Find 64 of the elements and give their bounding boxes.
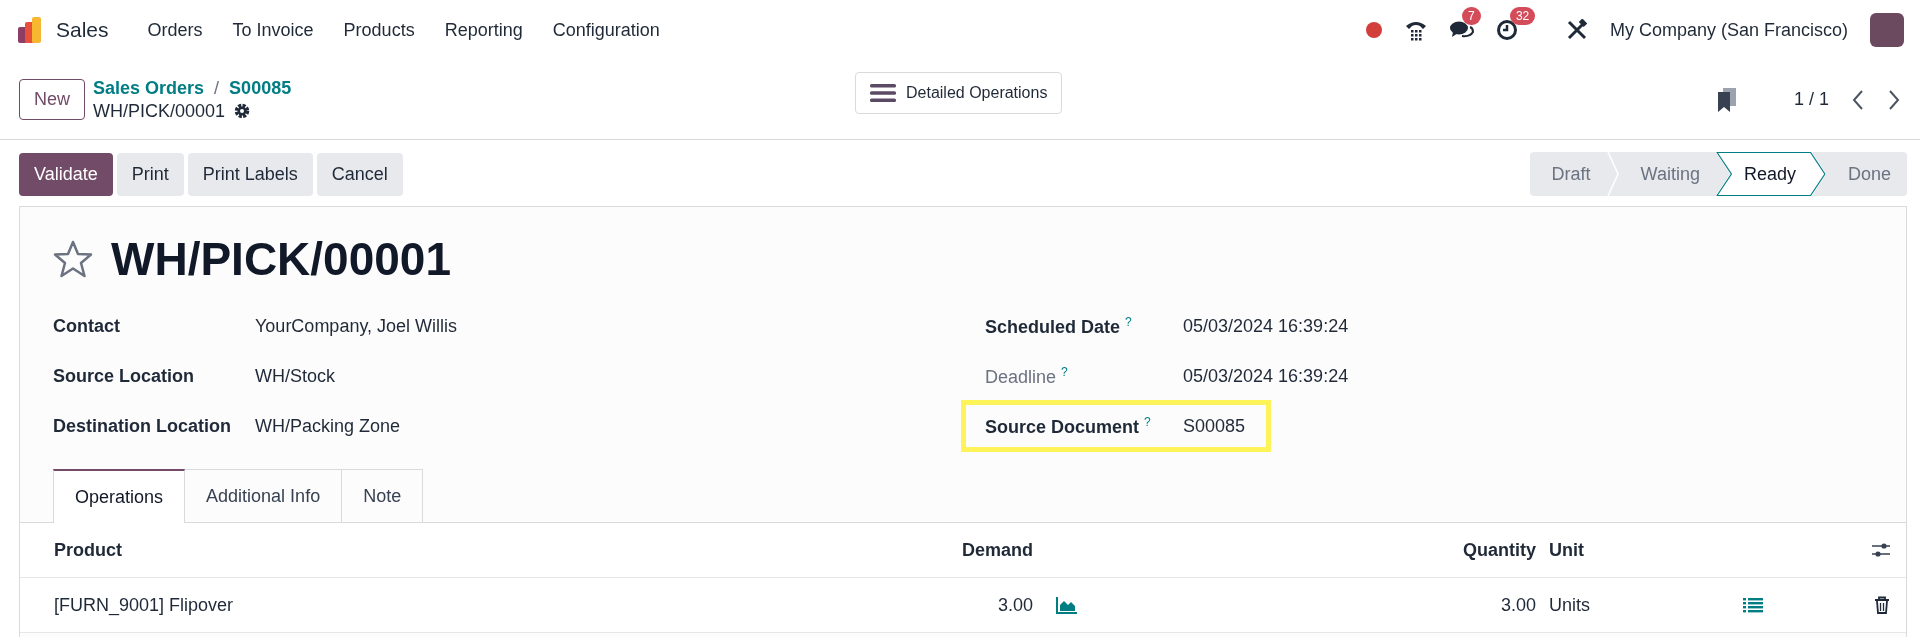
company-switcher[interactable]: My Company (San Francisco)	[1609, 19, 1848, 41]
field-label: Deadline	[985, 366, 1057, 387]
tools-icon	[1565, 19, 1588, 41]
column-header[interactable]: Unit	[1536, 539, 1731, 561]
pager-value[interactable]: 1 / 1	[1793, 89, 1829, 110]
notification-badge: 7	[1461, 7, 1481, 25]
help-tooltip-mark[interactable]: ?	[1125, 314, 1132, 329]
menu-item[interactable]: Configuration	[537, 19, 675, 41]
recording-dot-icon	[1365, 22, 1382, 38]
field-value[interactable]: WH/Stock	[255, 365, 335, 387]
field-value[interactable]: WH/Packing Zone	[255, 415, 401, 437]
action-button[interactable]: Validate	[19, 152, 113, 196]
clock-icon	[1495, 19, 1518, 41]
status-stage[interactable]: Done	[1825, 152, 1907, 196]
menu-icon	[870, 83, 896, 103]
field-label: Source Location	[53, 365, 196, 387]
app-name[interactable]: Sales	[46, 18, 123, 42]
breadcrumb-link[interactable]: Sales Orders	[93, 77, 205, 99]
chevron-right-icon[interactable]	[1887, 88, 1901, 111]
stage-divider-icon	[1606, 152, 1619, 196]
table-cell-text: 3.00	[996, 594, 1033, 616]
field-value[interactable]: S00085	[1183, 415, 1246, 437]
list-icon[interactable]	[1743, 597, 1763, 613]
status-stage[interactable]: Ready	[1715, 152, 1826, 196]
star-icon[interactable]	[53, 239, 93, 279]
field-label: Source Document	[985, 416, 1140, 437]
record-title: WH/PICK/00001	[111, 232, 451, 286]
notification-badge: 32	[1509, 7, 1536, 25]
table-cell-text: [FURN_9001] Flipover	[54, 594, 235, 616]
menu-item[interactable]: Orders	[132, 19, 218, 41]
bookmark-icon[interactable]	[1715, 86, 1738, 113]
action-button[interactable]: Print Labels	[187, 152, 313, 196]
action-button[interactable]: Cancel	[316, 152, 403, 196]
menu-item[interactable]: To Invoice	[217, 19, 329, 41]
field-label: Destination Location	[53, 415, 232, 437]
new-button[interactable]: New	[19, 79, 85, 120]
tab[interactable]: Operations	[53, 469, 186, 523]
status-stage[interactable]: Waiting	[1618, 152, 1716, 196]
help-tooltip-mark[interactable]: ?	[1061, 364, 1068, 379]
column-header[interactable]: Quantity	[1441, 539, 1536, 561]
field-value[interactable]: YourCompany, Joel Willis	[255, 315, 458, 337]
column-header[interactable]: Demand	[944, 539, 1033, 561]
gear-icon[interactable]	[233, 102, 252, 120]
table-cell-text: Units	[1548, 594, 1591, 616]
field-label: Scheduled Date	[985, 316, 1121, 337]
area-chart-icon[interactable]	[1056, 596, 1078, 614]
menu-item[interactable]: Products	[328, 19, 430, 41]
user-avatar[interactable]	[1870, 13, 1904, 47]
breadcrumb-separator: /	[214, 77, 220, 99]
help-tooltip-mark[interactable]: ?	[1144, 414, 1151, 429]
field-label: Contact	[53, 315, 121, 337]
status-stage[interactable]: Draft	[1529, 152, 1607, 196]
sliders-icon[interactable]	[1872, 542, 1890, 558]
chevron-left-icon[interactable]	[1851, 88, 1865, 111]
menu-item[interactable]: Reporting	[429, 19, 538, 41]
breadcrumb-link[interactable]: S00085	[229, 77, 292, 99]
table-cell-text: 3.00	[1499, 594, 1536, 616]
field-value[interactable]: 05/03/2024 16:39:24	[1183, 315, 1349, 337]
action-button[interactable]: Print	[116, 152, 184, 196]
field-value[interactable]: 05/03/2024 16:39:24	[1183, 365, 1349, 387]
column-header[interactable]: Product	[54, 539, 944, 561]
trash-icon[interactable]	[1874, 596, 1890, 614]
detailed-operations-button[interactable]: Detailed Operations	[855, 72, 1063, 114]
record-name: WH/PICK/00001	[93, 100, 226, 122]
